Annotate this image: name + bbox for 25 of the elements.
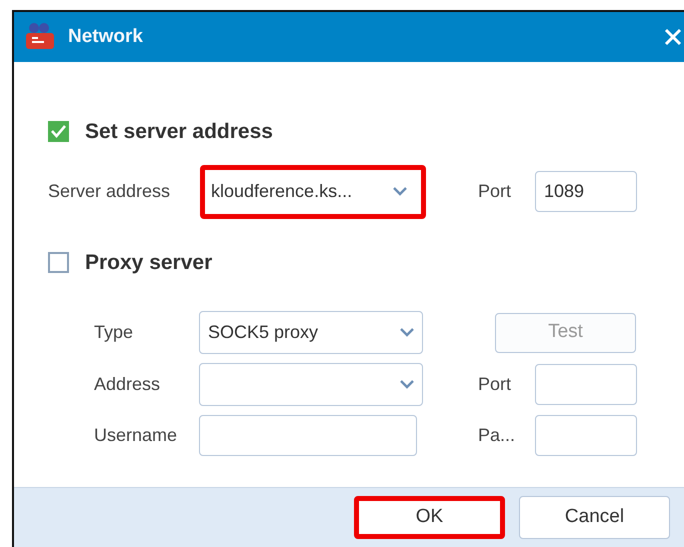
chevron-down-icon [400, 380, 414, 389]
field-label: Type [94, 321, 134, 344]
field-label: Address [94, 373, 162, 396]
field-label: Server address [48, 180, 172, 203]
field-label: Port [478, 180, 512, 203]
chevron-down-icon [393, 187, 407, 196]
proxy-type-dropdown[interactable]: SOCK5 proxy [199, 311, 423, 354]
close-icon[interactable] [664, 28, 682, 46]
checkbox[interactable] [48, 252, 69, 273]
server-address-dropdown[interactable]: kloudference.ks... [200, 164, 426, 218]
chevron-down-icon [400, 328, 414, 337]
password-input[interactable] [535, 415, 637, 456]
field-label: Username [94, 424, 178, 447]
port-input[interactable] [535, 364, 637, 405]
section-title: Set server address [85, 119, 273, 145]
field-label: Port [478, 373, 512, 396]
cancel-button[interactable]: Cancel [519, 496, 670, 539]
port-input[interactable]: 1089 [535, 171, 637, 212]
field-label: Pa... [478, 424, 516, 447]
username-input[interactable] [199, 415, 417, 456]
section-title: Proxy server [85, 250, 212, 276]
checkbox[interactable] [48, 121, 69, 142]
ok-button[interactable]: OK [354, 496, 505, 539]
window-title: Network [68, 24, 143, 49]
proxy-address-dropdown[interactable] [199, 363, 423, 406]
